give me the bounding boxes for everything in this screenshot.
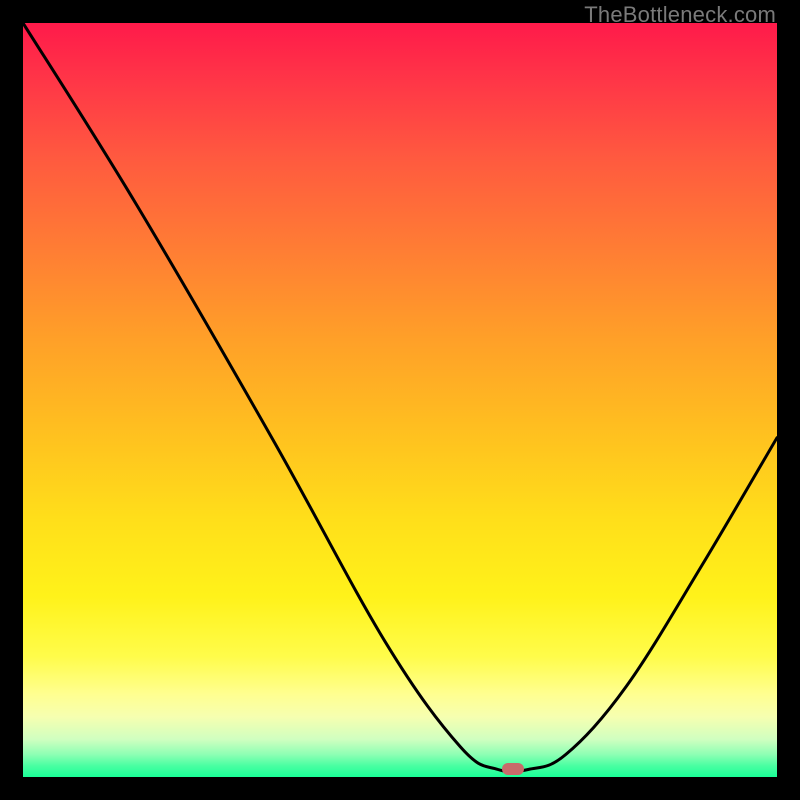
chart-stage: TheBottleneck.com bbox=[0, 0, 800, 800]
plot-area bbox=[23, 23, 777, 777]
optimal-marker bbox=[502, 763, 524, 775]
curve-path bbox=[23, 23, 777, 772]
attribution-text: TheBottleneck.com bbox=[584, 2, 776, 28]
bottleneck-curve bbox=[23, 23, 777, 777]
